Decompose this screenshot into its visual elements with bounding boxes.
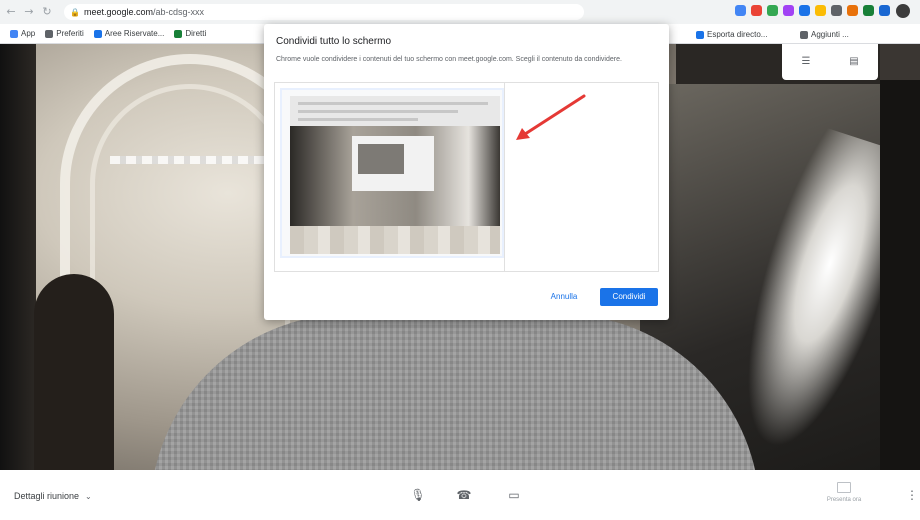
extension-icon[interactable] bbox=[847, 5, 858, 16]
bookmark-icon bbox=[696, 30, 704, 39]
meeting-details-label: Dettagli riunione bbox=[14, 491, 80, 501]
microphone-icon[interactable]: 🎙 bbox=[410, 488, 426, 502]
bookmark-icon bbox=[45, 29, 54, 38]
extension-icon[interactable] bbox=[751, 5, 762, 16]
bookmark-item[interactable]: Esporta directo... bbox=[696, 30, 767, 39]
bookmark-item[interactable]: Diretti bbox=[174, 29, 206, 38]
extension-icon[interactable] bbox=[767, 5, 778, 16]
bookmark-item[interactable]: App bbox=[10, 29, 35, 38]
dialog-title: Condividi tutto lo schermo bbox=[276, 36, 392, 47]
bookmark-icon bbox=[174, 29, 183, 38]
browser-toolbar: ← → ↻ 🔒 meet.google.com /ab-cdsg-xxx bbox=[0, 0, 920, 24]
share-button[interactable]: Condividi bbox=[600, 288, 658, 306]
extension-icon[interactable] bbox=[863, 5, 874, 16]
video-background bbox=[0, 44, 36, 470]
bookmark-label: Diretti bbox=[185, 29, 207, 38]
address-bar[interactable]: 🔒 meet.google.com /ab-cdsg-xxx bbox=[64, 4, 584, 20]
present-now-button[interactable]: Presenta ora bbox=[816, 482, 872, 503]
divider bbox=[504, 82, 505, 272]
arch-lights bbox=[110, 156, 290, 164]
people-icon[interactable]: ☰ bbox=[800, 57, 812, 67]
present-screen-icon bbox=[837, 482, 851, 493]
extension-icon[interactable] bbox=[735, 5, 746, 16]
more-options-icon[interactable]: ⋮ bbox=[906, 488, 918, 502]
forward-icon[interactable]: → bbox=[22, 5, 36, 19]
cancel-button[interactable]: Annulla bbox=[550, 290, 578, 304]
bookmark-item[interactable]: Aggiunti ... bbox=[800, 30, 849, 39]
avatar[interactable] bbox=[896, 4, 910, 18]
thumbnail-line bbox=[298, 110, 458, 113]
hangup-icon[interactable]: ☎ bbox=[456, 488, 472, 502]
extension-icon[interactable] bbox=[783, 5, 794, 16]
extension-icon[interactable] bbox=[831, 5, 842, 16]
dialog-description: Chrome vuole condividere i contenuti del… bbox=[276, 56, 622, 63]
extension-icons bbox=[735, 5, 890, 16]
bookmark-item[interactable]: Aree Riservate... bbox=[93, 29, 165, 38]
background-figure bbox=[34, 274, 114, 470]
video-background bbox=[880, 44, 920, 470]
chevron-down-icon: ⌄ bbox=[85, 491, 92, 501]
bookmark-label: Preferiti bbox=[56, 29, 84, 38]
reload-icon[interactable]: ↻ bbox=[40, 5, 54, 19]
meeting-details-button[interactable]: Dettagli riunione ⌄ bbox=[14, 491, 92, 501]
layout-controls: ☰ ▤ bbox=[782, 44, 878, 80]
address-host: meet.google.com bbox=[83, 7, 154, 17]
address-path: /ab-cdsg-xxx bbox=[153, 7, 205, 17]
meeting-toolbar: Dettagli riunione ⌄ 🎙 ☎ ▭ Presenta ora ⋮ bbox=[0, 470, 920, 520]
thumbnail-browser-chrome bbox=[290, 96, 500, 126]
camera-icon[interactable]: ▭ bbox=[506, 488, 522, 502]
bookmark-icon bbox=[93, 29, 102, 38]
chat-icon[interactable]: ▤ bbox=[848, 57, 860, 67]
thumbnail-line bbox=[298, 102, 488, 105]
thumbnail-dialog bbox=[352, 136, 434, 191]
thumbnail-dialog-image bbox=[358, 144, 404, 174]
extension-icon[interactable] bbox=[815, 5, 826, 16]
extension-icon[interactable] bbox=[879, 5, 890, 16]
bookmark-item[interactable]: Preferiti bbox=[45, 29, 84, 38]
share-screen-dialog: Condividi tutto lo schermo Chrome vuole … bbox=[264, 24, 669, 320]
bookmark-icon bbox=[10, 29, 18, 38]
thumbnail-bottom-bar bbox=[290, 226, 500, 254]
bookmark-icon bbox=[800, 30, 808, 39]
back-icon[interactable]: ← bbox=[4, 5, 18, 19]
bookmark-label: Aree Riservate... bbox=[104, 29, 165, 38]
bookmark-label: App bbox=[21, 29, 36, 38]
thumbnail-line bbox=[298, 118, 418, 121]
extension-icon[interactable] bbox=[799, 5, 810, 16]
self-view-tile[interactable] bbox=[880, 44, 920, 80]
screen-thumbnail[interactable] bbox=[290, 96, 500, 254]
bookmark-label: Aggiunti ... bbox=[811, 30, 849, 39]
annotation-arrow bbox=[516, 94, 586, 140]
present-now-label: Presenta ora bbox=[826, 497, 862, 503]
bookmark-label: Esporta directo... bbox=[707, 30, 768, 39]
lock-icon: 🔒 bbox=[70, 7, 80, 17]
